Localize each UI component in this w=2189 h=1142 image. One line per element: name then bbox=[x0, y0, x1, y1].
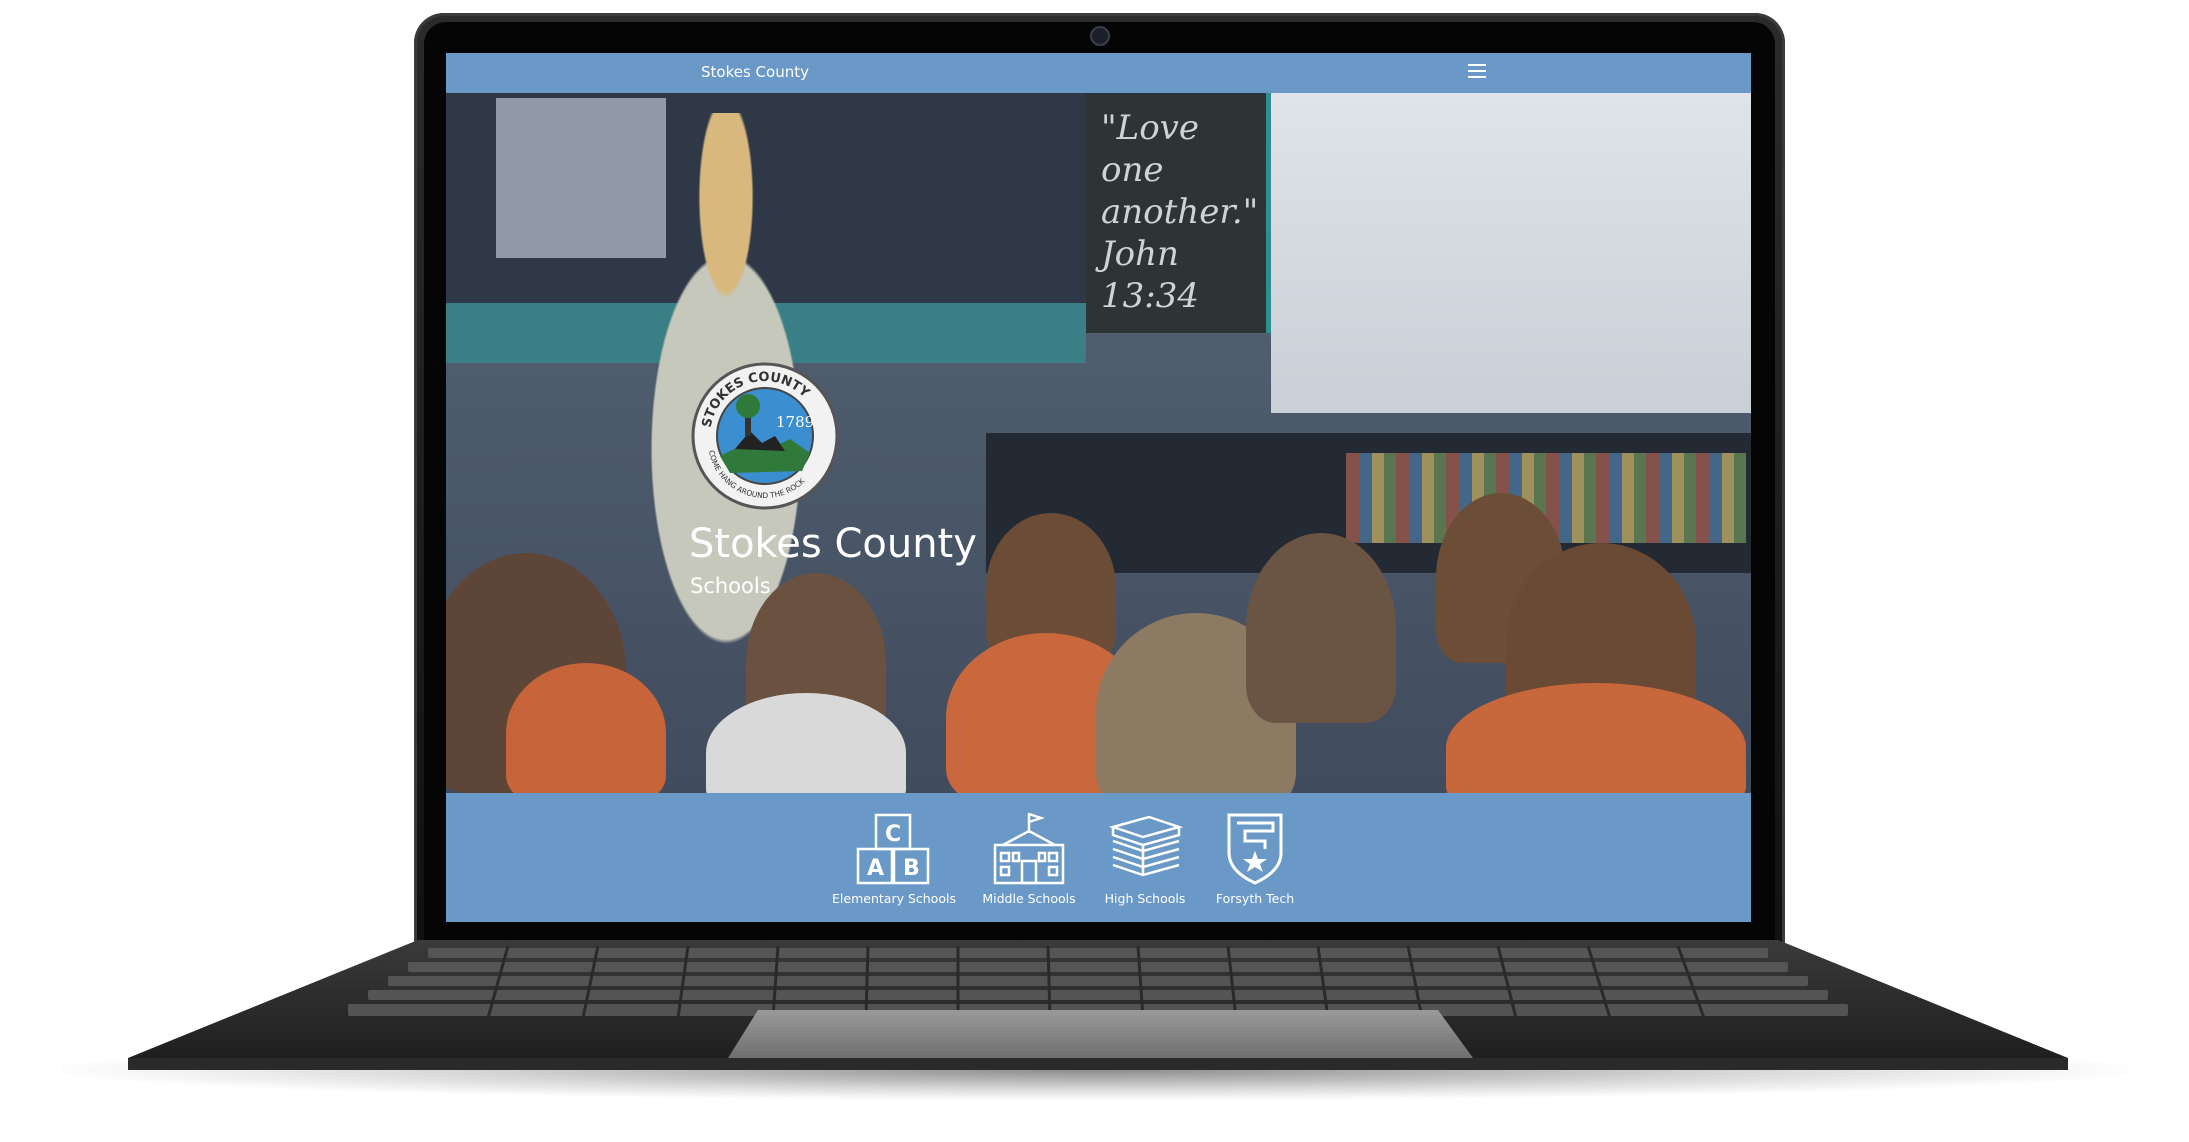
top-navbar: Stokes County bbox=[446, 53, 1751, 93]
abc-blocks-icon: CA B bbox=[856, 813, 930, 885]
forsyth-tech-label: Forsyth Tech bbox=[1215, 891, 1295, 906]
forsyth-tech-link[interactable]: Forsyth Tech bbox=[1190, 811, 1320, 911]
svg-text:B: B bbox=[903, 856, 920, 881]
elementary-schools-link[interactable]: CAB Elementary Schools bbox=[829, 811, 959, 911]
hero-title: Stokes County bbox=[689, 521, 977, 567]
elementary-schools-label: Elementary Schools bbox=[832, 891, 956, 906]
school-links-bar: CAB Elementary Schools Middle Schools Hi… bbox=[446, 793, 1751, 922]
touchpad bbox=[728, 1010, 1473, 1058]
stokes-county-seal-logo: 1789 STOKES COUNTY COME HANG AROUND THE … bbox=[691, 362, 839, 510]
shield-star-icon bbox=[1227, 813, 1283, 885]
hero-students bbox=[446, 493, 1751, 793]
svg-text:C: C bbox=[885, 822, 901, 847]
hero-whiteboard bbox=[1271, 93, 1751, 413]
svg-text:A: A bbox=[867, 856, 884, 881]
middle-schools-link[interactable]: Middle Schools bbox=[964, 811, 1094, 911]
site-title-link[interactable]: Stokes County bbox=[701, 63, 809, 81]
webcam-icon bbox=[1090, 26, 1110, 46]
hero-banner: "Love one another." John 13:34 1789 STOK… bbox=[446, 93, 1751, 793]
middle-schools-label: Middle Schools bbox=[982, 891, 1076, 906]
hero-subtitle: Schools bbox=[690, 574, 771, 598]
book-stack-icon bbox=[1108, 815, 1184, 877]
schoolhouse-icon bbox=[993, 812, 1065, 885]
laptop-screen: Stokes County "Love one another." John 1… bbox=[446, 53, 1751, 922]
chalkboard-text: "Love one another." John 13:34 bbox=[1101, 108, 1259, 316]
laptop-keyboard-base bbox=[128, 940, 2068, 1070]
hamburger-menu-icon[interactable] bbox=[1468, 64, 1486, 82]
seal-year: 1789 bbox=[776, 413, 814, 431]
